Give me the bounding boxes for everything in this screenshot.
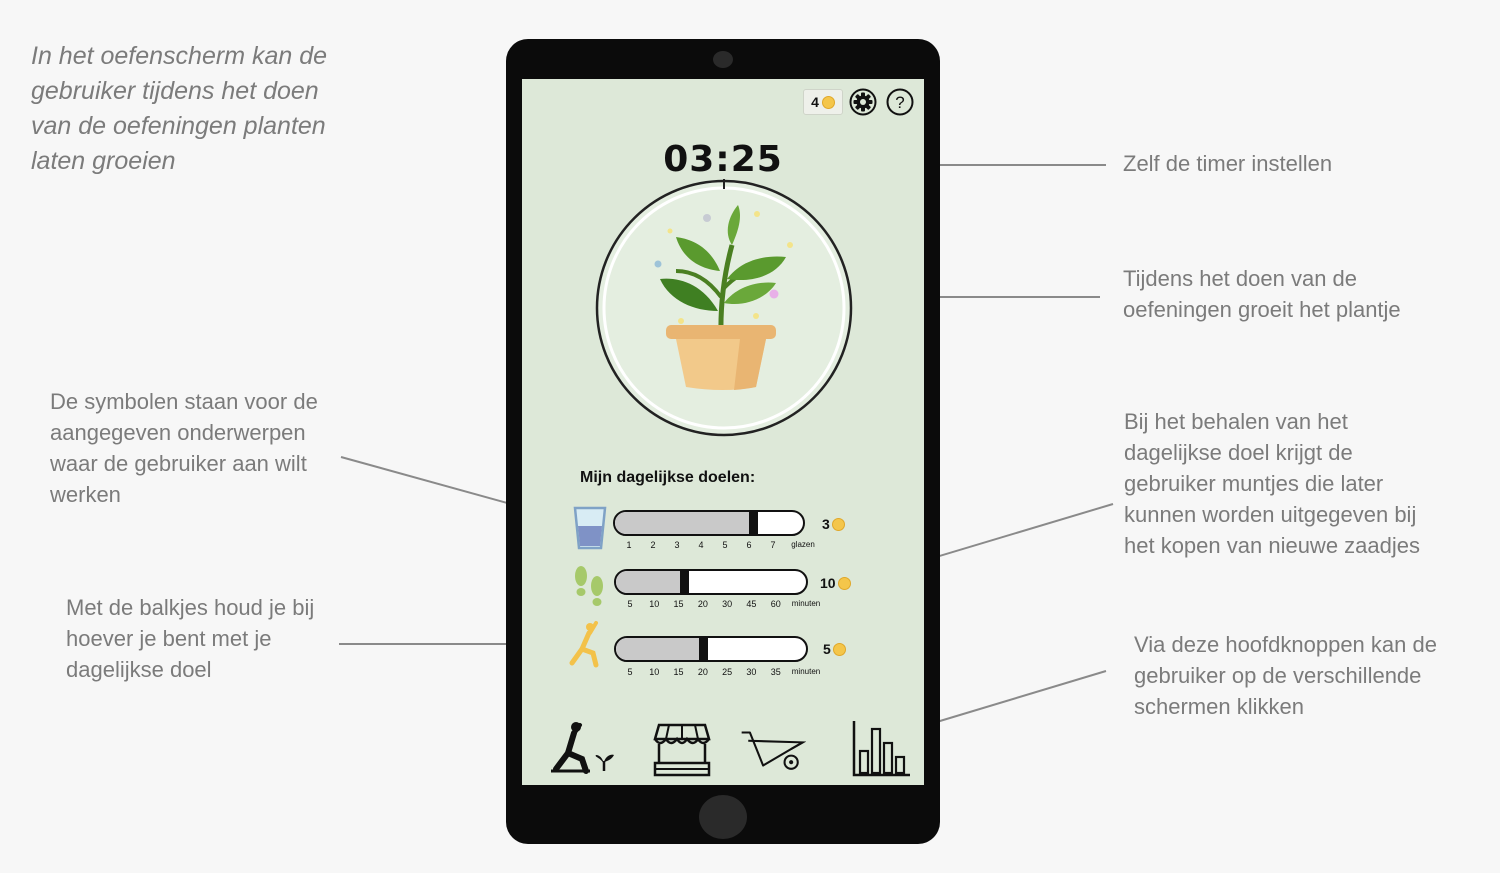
help-icon[interactable]: ?	[886, 88, 914, 116]
footsteps-icon	[575, 566, 603, 606]
coin-icon	[821, 95, 835, 109]
svg-text:?: ?	[895, 93, 904, 112]
tick-label: 60	[770, 599, 781, 609]
shop-stall-icon[interactable]	[649, 719, 715, 779]
goal-ticks: 5 10 15 20 25 30 35 minuten	[614, 667, 820, 679]
tick-label: 4	[698, 540, 704, 550]
tick-label: 2	[650, 540, 656, 550]
wheelbarrow-icon[interactable]	[740, 719, 806, 779]
goal-ticks: 5 10 15 20 30 45 60 minuten	[614, 599, 820, 611]
tick-label: 15	[673, 599, 684, 609]
goal-progress-bar[interactable]	[613, 510, 805, 536]
tick-label: 25	[722, 667, 733, 677]
growing-plant	[595, 179, 853, 437]
goal-progress-thumb[interactable]	[680, 571, 689, 593]
coin-icon	[837, 576, 851, 590]
tick-label: 20	[697, 599, 708, 609]
reward-value: 10	[820, 575, 836, 591]
goal-progress-fill	[616, 638, 703, 660]
tick-label: 1	[626, 540, 632, 550]
tick-label: 45	[746, 599, 757, 609]
nav-connector	[919, 670, 1107, 728]
timer-display[interactable]: 03:25	[522, 139, 924, 180]
goal-reward: 3	[822, 516, 845, 532]
tick-label: 5	[627, 667, 633, 677]
goal-progress-bar[interactable]	[614, 569, 808, 595]
goals-title: Mijn dagelijkse doelen:	[580, 469, 756, 486]
tick-label: 35	[770, 667, 781, 677]
home-button[interactable]	[699, 795, 747, 839]
goal-progress-thumb[interactable]	[749, 512, 758, 534]
goal-progress-fill	[615, 512, 753, 534]
tick-label: 6	[746, 540, 752, 550]
unit-label: glazen	[791, 540, 815, 549]
tick-label: 10	[649, 599, 660, 609]
goal-progress-fill	[616, 571, 684, 593]
tick-label: 5	[627, 599, 633, 609]
tick-label: 7	[770, 540, 776, 550]
tick-label: 15	[673, 667, 684, 677]
unit-label: minuten	[791, 599, 821, 608]
goal-reward: 10	[820, 575, 851, 591]
unit-label: minuten	[791, 667, 821, 676]
goal-progress-thumb[interactable]	[699, 638, 708, 660]
camera-icon	[713, 51, 733, 68]
tablet-device: 4 ? 03:25 Mijn dagelijkse doelen: 1 2 3 …	[506, 39, 940, 844]
coin-icon	[832, 642, 846, 656]
exercise-screen: 4 ? 03:25 Mijn dagelijkse doelen: 1 2 3 …	[522, 79, 924, 785]
tick-label: 3	[674, 540, 680, 550]
coin-icon	[831, 517, 845, 531]
goal-reward: 5	[823, 641, 846, 657]
goal-progress-bar[interactable]	[614, 636, 808, 662]
coin-count: 4	[811, 94, 819, 110]
settings-gear-icon[interactable]	[849, 88, 877, 116]
tick-label: 10	[649, 667, 660, 677]
tick-label: 5	[722, 540, 728, 550]
exercise-plant-icon[interactable]	[550, 719, 616, 779]
goal-ticks: 1 2 3 4 5 6 7 glazen	[613, 540, 814, 552]
yoga-pose-icon	[569, 621, 599, 668]
coin-counter: 4	[803, 89, 843, 115]
tick-label: 30	[746, 667, 757, 677]
tick-label: 20	[697, 667, 708, 677]
water-glass-icon	[573, 506, 607, 550]
reward-value: 3	[822, 516, 830, 532]
tick-label: 30	[722, 599, 733, 609]
reward-value: 5	[823, 641, 831, 657]
bar-chart-icon[interactable]	[848, 719, 914, 779]
